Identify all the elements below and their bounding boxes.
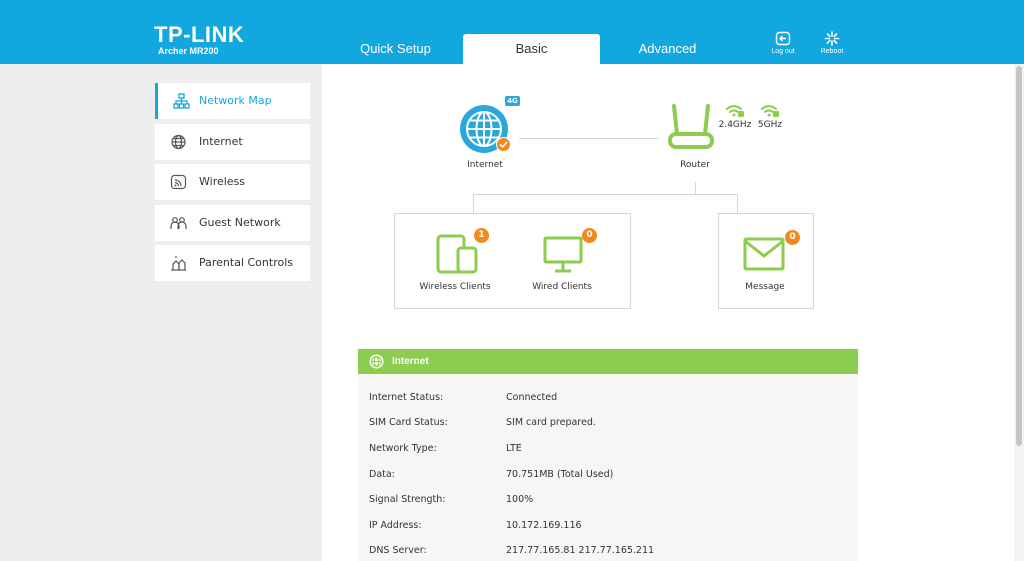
link-line (473, 194, 474, 214)
message-envelope-icon (743, 237, 785, 271)
link-line (695, 182, 696, 194)
info-key: Signal Strength: (369, 494, 446, 505)
tab-basic[interactable]: Basic (463, 34, 600, 64)
router-icon (668, 104, 714, 149)
info-key: Internet Status: (369, 392, 444, 403)
wireless-clients-icon (436, 234, 478, 274)
tab-quick-setup[interactable]: Quick Setup (327, 34, 464, 64)
internet-panel-title: Internet (392, 356, 429, 367)
info-key: Data: (369, 469, 395, 480)
tab-advanced[interactable]: Advanced (599, 34, 736, 64)
info-key: DNS Server: (369, 545, 427, 556)
internet-panel-globe-icon (369, 354, 384, 369)
wireless-clients-count-badge: 1 (474, 228, 489, 243)
parental-controls-icon (171, 256, 186, 271)
wifi-24ghz-icon (726, 105, 744, 117)
scrollbar-thumb[interactable] (1016, 66, 1022, 446)
wireless-clients-node[interactable]: 1 Wireless Clients (414, 228, 499, 298)
sidebar-item-label: Wireless (199, 175, 246, 188)
sidebar-item-parental-controls[interactable]: Parental Controls (155, 245, 310, 281)
message-count-badge: 0 (785, 230, 800, 245)
link-line (737, 194, 738, 214)
link-line (519, 138, 659, 139)
wired-clients-icon (543, 236, 583, 273)
sidebar-item-label: Internet (199, 135, 243, 148)
sidebar-item-internet[interactable]: Internet (155, 124, 310, 160)
info-value: 100% (506, 494, 534, 505)
logout-button[interactable]: Log out (763, 31, 803, 55)
info-value: 217.77.165.81 217.77.165.211 (506, 545, 655, 556)
info-value: 10.172.169.116 (506, 520, 582, 531)
network-map-icon (173, 93, 190, 109)
sidebar-item-network-map[interactable]: Network Map (155, 83, 310, 119)
header-bar: TP-LINK Archer MR200 Quick Setup Basic A… (0, 0, 1024, 64)
info-key: IP Address: (369, 520, 422, 531)
reboot-icon (824, 31, 840, 46)
globe-icon (171, 134, 186, 150)
scrollbar[interactable] (1014, 64, 1024, 561)
info-value: SIM card prepared. (506, 417, 596, 428)
info-value: LTE (506, 443, 522, 454)
message-label: Message (745, 282, 785, 292)
wireless-icon (170, 174, 187, 190)
link-line (473, 194, 738, 195)
band-5ghz-label: 5GHz (757, 120, 783, 130)
router-node[interactable]: Router (660, 100, 730, 175)
wired-clients-count-badge: 0 (582, 228, 597, 243)
wireless-clients-label: Wireless Clients (419, 282, 491, 292)
logout-label: Log out (771, 48, 795, 55)
band-24ghz-label: 2.4GHz (718, 120, 752, 130)
wired-clients-node[interactable]: 0 Wired Clients (527, 228, 602, 298)
info-value: Connected (506, 392, 558, 403)
internet-4g-badge: 4G (505, 96, 520, 106)
internet-node-label: Internet (467, 160, 503, 170)
connected-check-icon (496, 137, 511, 152)
info-key: SIM Card Status: (369, 417, 448, 428)
sidebar-item-wireless[interactable]: Wireless (155, 164, 310, 200)
brand-logo: TP-LINK (154, 22, 245, 47)
guest-network-icon (170, 217, 187, 229)
sidebar-item-label: Network Map (199, 94, 272, 107)
model-name: Archer MR200 (158, 46, 219, 56)
info-key: Network Type: (369, 443, 437, 454)
internet-panel-header: Internet (358, 349, 858, 374)
reboot-label: Reboot (820, 48, 844, 55)
reboot-button[interactable]: Reboot (812, 31, 852, 55)
wifi-5ghz-icon (761, 105, 779, 117)
logout-icon (775, 31, 791, 46)
sidebar-item-label: Guest Network (199, 216, 281, 229)
sidebar-item-label: Parental Controls (199, 256, 293, 269)
router-node-label: Router (680, 160, 710, 170)
internet-panel-body: Internet Status: Connected SIM Card Stat… (358, 374, 858, 561)
wired-clients-label: Wired Clients (532, 282, 592, 292)
info-value: 70.751MB (Total Used) (506, 469, 614, 480)
internet-node[interactable]: 4G Internet (455, 95, 525, 175)
sidebar-item-guest-network[interactable]: Guest Network (155, 205, 310, 241)
